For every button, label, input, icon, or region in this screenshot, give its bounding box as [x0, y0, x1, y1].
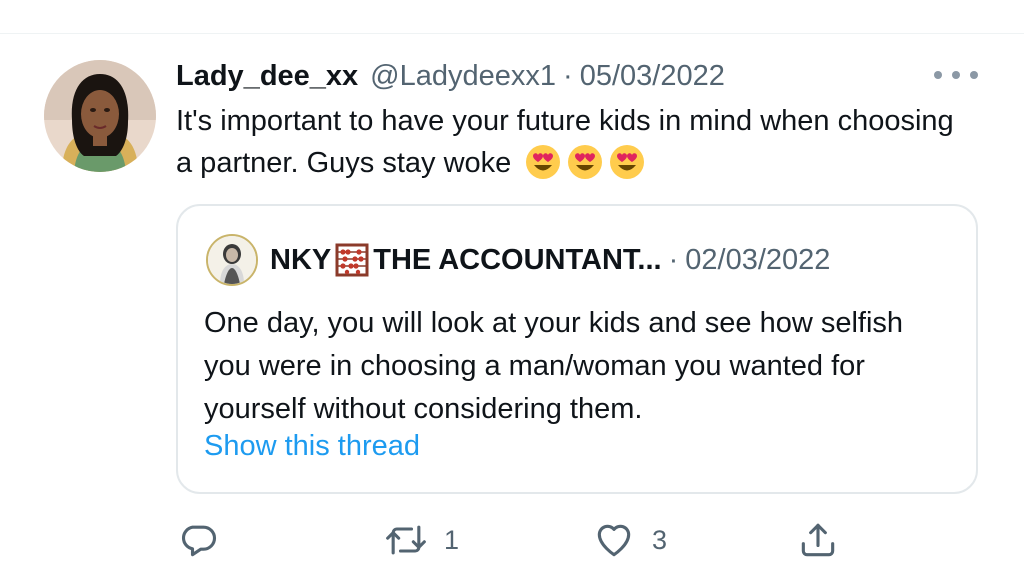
quoted-tweet-header: NKY THE ACCOUNTANT... · 02/03/2022	[270, 238, 830, 282]
top-divider	[0, 33, 1024, 34]
reply-button[interactable]	[176, 512, 220, 568]
retweet-count: 1	[444, 524, 460, 555]
quoted-tweet[interactable]: NKY THE ACCOUNTANT... · 02/03/2022 One d…	[176, 204, 978, 494]
show-thread-link[interactable]: Show this thread	[204, 430, 420, 463]
quoted-separator-dot: ·	[668, 243, 679, 276]
tweet-body: It's important to have your future kids …	[176, 100, 976, 184]
tweet-header: Lady_dee_xx @Ladydeexx1 · 05/03/2022	[176, 56, 725, 96]
share-button[interactable]	[796, 512, 840, 568]
separator-dot: ·	[563, 59, 573, 92]
like-button[interactable]: 3	[592, 512, 667, 568]
author-handle[interactable]: @Ladydeexx1	[370, 60, 556, 93]
quoted-tweet-text: One day, you will look at your kids and …	[204, 307, 904, 425]
author-avatar[interactable]	[44, 60, 156, 172]
retweet-button[interactable]: 1	[384, 512, 459, 568]
heart-eyes-emoji-icon	[526, 145, 561, 179]
abacus-emoji-icon	[335, 243, 369, 277]
tweet-actions: 1 3	[176, 512, 856, 568]
quoted-author-name-part2[interactable]: THE ACCOUNTANT...	[373, 244, 661, 277]
tweet-text: It's important to have your future kids …	[176, 105, 954, 179]
heart-icon	[597, 524, 631, 557]
retweet-icon	[386, 525, 426, 555]
share-icon	[801, 523, 835, 557]
tweet-date[interactable]: 05/03/2022	[580, 60, 725, 93]
like-count: 3	[652, 524, 668, 555]
quoted-tweet-date[interactable]: 02/03/2022	[685, 244, 830, 277]
heart-eyes-emoji-icon	[568, 145, 603, 179]
author-name[interactable]: Lady_dee_xx	[176, 60, 358, 93]
heart-eyes-emoji-icon	[610, 145, 645, 179]
reply-icon	[181, 525, 216, 557]
more-options-icon[interactable]	[934, 64, 978, 86]
quoted-author-name-part1[interactable]: NKY	[270, 244, 331, 277]
quoted-author-avatar[interactable]	[206, 234, 258, 286]
